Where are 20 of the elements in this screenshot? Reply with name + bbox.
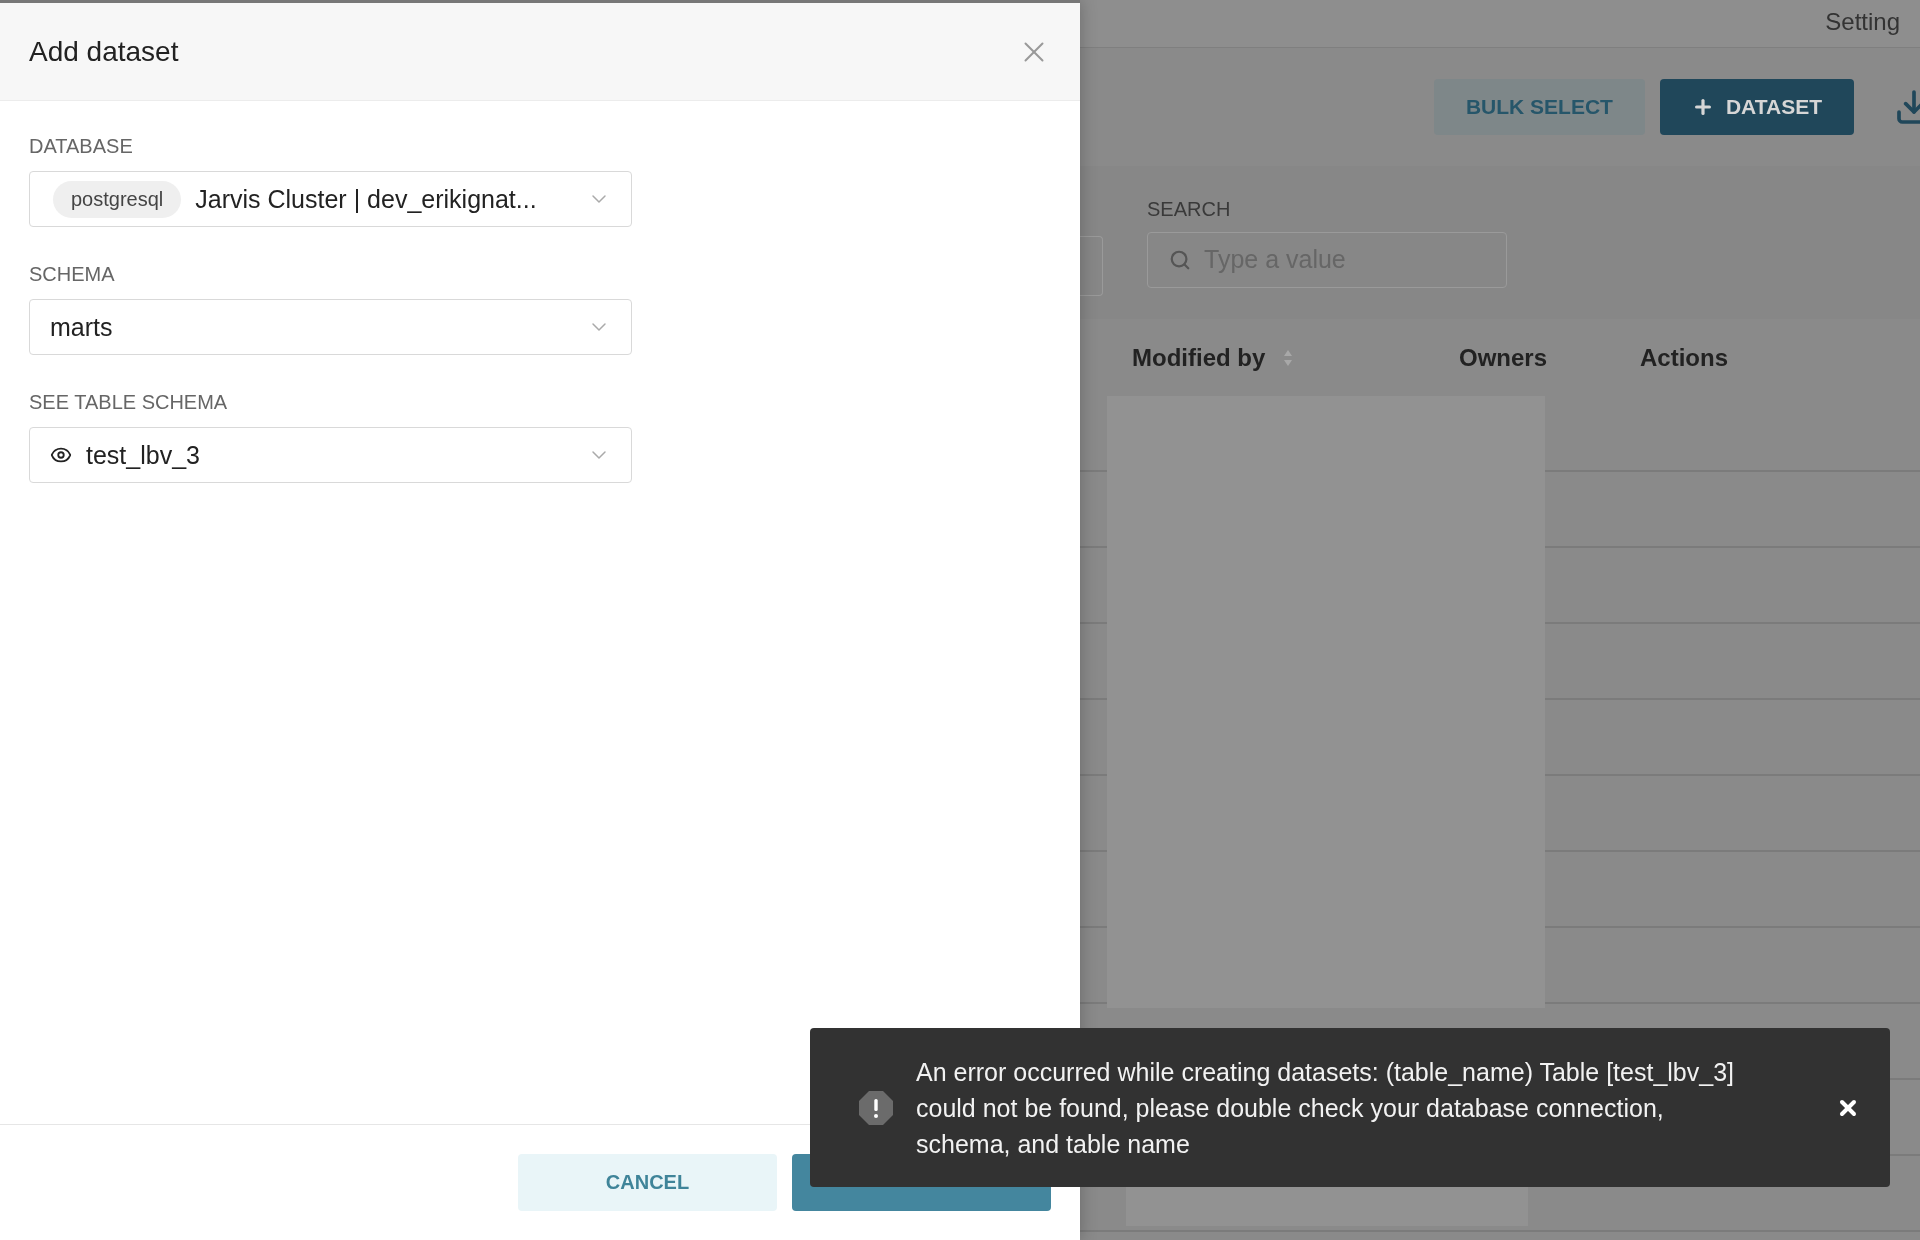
database-type-tag: postgresql [53, 180, 182, 218]
add-dataset-button[interactable]: DATASET [1659, 79, 1854, 135]
column-title: Modified by [1132, 343, 1266, 372]
field-label: SEE TABLE SCHEMA [29, 391, 229, 414]
select-field[interactable]: marts [29, 299, 632, 355]
column-title: Owners [1459, 343, 1548, 372]
field-label: SCHEMA [29, 263, 116, 286]
dialog-title: Add dataset [29, 35, 179, 68]
menu-item[interactable]: Setting [1825, 8, 1900, 47]
cancel-button[interactable]: CANCEL [518, 1154, 777, 1211]
select-field[interactable]: test_lbv_3 [29, 427, 632, 483]
field-label: DATABASE [29, 135, 134, 158]
toast-message: An error occurred while creating datasets: (table_name) Table [test_lbv_3] could not be found, please double check your database connection, schema, and table name [916, 1056, 1736, 1160]
column-title: Actions [1640, 343, 1728, 372]
search-icon [1169, 248, 1191, 271]
alert-icon [858, 1089, 894, 1126]
search-label: SEARCH [1147, 197, 1232, 221]
filter-field[interactable] [1080, 235, 1103, 296]
select-field[interactable]: postgresql Jarvis Cluster | dev_erikignat... [29, 171, 632, 227]
sort-icon[interactable] [1283, 348, 1294, 367]
